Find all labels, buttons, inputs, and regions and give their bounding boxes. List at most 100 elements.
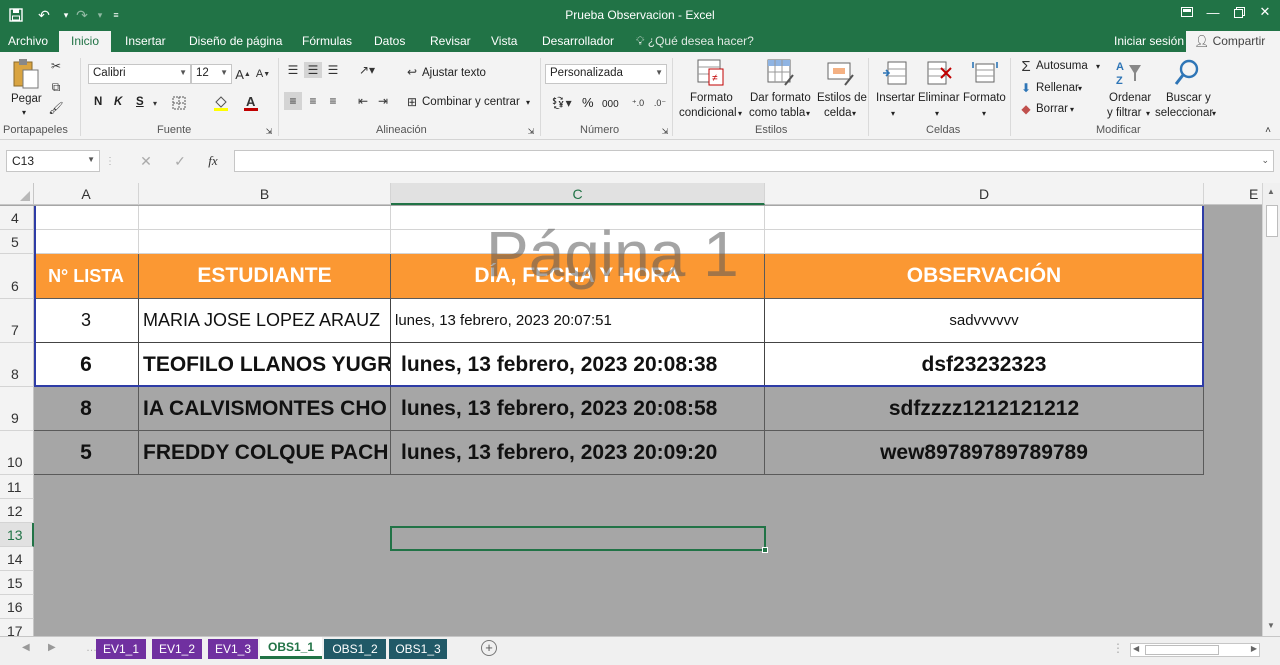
table-header-student[interactable]: ESTUDIANTE xyxy=(139,254,391,299)
vertical-scrollbar[interactable]: ▲ ▼ xyxy=(1262,183,1280,636)
paste-icon[interactable] xyxy=(10,58,42,90)
table-cell-observation[interactable]: sdfzzzz1212121212 xyxy=(765,387,1204,431)
paste-label[interactable]: Pegar xyxy=(11,92,42,107)
add-sheet-icon[interactable]: + xyxy=(481,640,497,656)
chevron-down-icon[interactable]: ▾ xyxy=(738,106,742,121)
chevron-down-icon[interactable]: ▾ xyxy=(1096,59,1100,74)
increase-font-icon[interactable]: A ▲ xyxy=(235,66,251,82)
signin-link[interactable]: Iniciar sesión xyxy=(1114,34,1184,48)
cell-styles-icon[interactable] xyxy=(826,58,856,88)
formula-input[interactable]: ⌄ xyxy=(234,150,1274,172)
row-header-5[interactable]: 5 xyxy=(0,230,34,254)
orientation-icon[interactable]: ↗︎▾ xyxy=(354,62,380,78)
tab-insertar[interactable]: Insertar xyxy=(125,34,166,48)
format-as-table-label-1[interactable]: Dar formato xyxy=(750,91,811,106)
name-box[interactable]: C13 ▼ xyxy=(6,150,100,172)
percent-button[interactable]: % xyxy=(582,95,594,110)
row-header-12[interactable]: 12 xyxy=(0,499,34,523)
underline-dropdown-icon[interactable]: ▾ xyxy=(150,96,160,110)
column-header-d[interactable]: D xyxy=(765,183,1204,205)
table-cell-date[interactable]: lunes, 13 febrero, 2023 20:09:20 xyxy=(391,431,765,475)
table-cell-observation[interactable]: wew89789789789789 xyxy=(765,431,1204,475)
table-cell-date[interactable]: lunes, 13 febrero, 2023 20:08:38 xyxy=(391,343,765,387)
cell-b4[interactable] xyxy=(139,206,391,230)
cell-d5[interactable] xyxy=(765,230,1204,254)
insert-cells-icon[interactable] xyxy=(880,58,910,88)
sheet-tab-ev1-2[interactable]: EV1_2 xyxy=(152,639,202,659)
underline-button[interactable]: S xyxy=(136,95,144,110)
delete-cells-label[interactable]: Eliminar xyxy=(918,91,960,106)
tab-inicio[interactable]: Inicio xyxy=(59,31,112,52)
table-cell-num[interactable]: 6 xyxy=(34,343,139,387)
clear-button[interactable]: Borrar xyxy=(1036,102,1068,117)
paste-dropdown-icon[interactable]: ▾ xyxy=(22,105,26,120)
column-header-b[interactable]: B xyxy=(139,183,391,205)
sort-filter-icon[interactable]: AZ xyxy=(1114,58,1144,88)
column-header-c[interactable]: C xyxy=(391,183,765,205)
cell-b5[interactable] xyxy=(139,230,391,254)
conditional-format-label-1[interactable]: Formato xyxy=(690,91,733,106)
decrease-decimal-icon[interactable]: .0⁻ xyxy=(650,94,670,112)
tell-me-search[interactable]: 💡︎ ¿Qué desea hacer? xyxy=(636,34,754,49)
font-name-combo[interactable]: Calibri ▼ xyxy=(88,64,191,84)
table-cell-student[interactable]: FREDDY COLQUE PACH xyxy=(139,431,391,475)
cell-c5[interactable] xyxy=(391,230,765,254)
dialog-launcher-icon[interactable]: ⇲ xyxy=(526,126,536,136)
row-header-9[interactable]: 9 xyxy=(0,387,34,431)
dialog-launcher-icon[interactable]: ⇲ xyxy=(264,126,274,136)
format-cells-icon[interactable] xyxy=(970,58,1000,88)
row-header-17[interactable]: 17 xyxy=(0,619,34,636)
row-header-11[interactable]: 11 xyxy=(0,475,34,499)
scroll-left-icon[interactable]: ◀ xyxy=(1133,644,1139,653)
decrease-indent-icon[interactable]: ⇤ xyxy=(354,92,372,110)
row-header-16[interactable]: 16 xyxy=(0,595,34,619)
font-color-icon[interactable]: A xyxy=(242,94,260,112)
tab-revisar[interactable]: Revisar xyxy=(430,34,471,48)
find-select-icon[interactable] xyxy=(1172,58,1202,88)
horizontal-scrollbar[interactable]: ◀ ▶ xyxy=(1130,643,1260,657)
tab-formulas[interactable]: Fórmulas xyxy=(302,34,352,48)
row-header-15[interactable]: 15 xyxy=(0,571,34,595)
wrap-text-button[interactable]: Ajustar texto xyxy=(422,66,486,81)
table-cell-num[interactable]: 8 xyxy=(34,387,139,431)
scroll-right-icon[interactable]: ▶ xyxy=(1251,644,1257,653)
increase-decimal-icon[interactable]: ⁺.0 xyxy=(628,94,648,112)
column-header-e[interactable]: E xyxy=(1204,183,1262,205)
chevron-down-icon[interactable]: ▾ xyxy=(1146,106,1150,121)
table-cell-student[interactable]: IA CALVISMONTES CHO xyxy=(139,387,391,431)
scroll-down-icon[interactable]: ▼ xyxy=(1267,621,1275,630)
number-format-combo[interactable]: Personalizada ▼ xyxy=(545,64,667,84)
autosum-button[interactable]: Autosuma xyxy=(1036,59,1088,74)
cell-d4[interactable] xyxy=(765,206,1204,230)
tab-vista[interactable]: Vista xyxy=(491,34,517,48)
table-cell-observation[interactable]: dsf23232323 xyxy=(765,343,1204,387)
row-header-4[interactable]: 4 xyxy=(0,206,34,230)
table-header-num[interactable]: N° LISTA xyxy=(34,254,139,299)
borders-icon[interactable] xyxy=(170,94,188,112)
align-bottom-icon[interactable]: ☰ xyxy=(324,62,342,78)
format-cells-label[interactable]: Formato xyxy=(963,91,1006,106)
font-size-combo[interactable]: 12 ▼ xyxy=(191,64,232,84)
sheet-tab-ev1-3[interactable]: EV1_3 xyxy=(208,639,258,659)
align-right-icon[interactable]: ≡ xyxy=(324,92,342,110)
table-cell-num[interactable]: 5 xyxy=(34,431,139,475)
format-painter-icon[interactable]: 🖌︎ xyxy=(48,100,64,116)
vertical-scroll-thumb[interactable] xyxy=(1266,205,1278,237)
chevron-down-icon[interactable]: ▾ xyxy=(852,106,856,121)
close-icon[interactable]: ✕ xyxy=(1248,0,1280,24)
table-cell-date[interactable]: lunes, 13 febrero, 2023 20:08:58 xyxy=(391,387,765,431)
chevron-down-icon[interactable]: ▾ xyxy=(891,106,895,121)
row-header-13[interactable]: 13 xyxy=(0,523,34,547)
copy-icon[interactable]: ⧉ xyxy=(48,79,64,95)
increase-indent-icon[interactable]: ⇥ xyxy=(374,92,392,110)
currency-icon[interactable]: 💱︎▾ xyxy=(548,94,574,112)
tab-desarrollador[interactable]: Desarrollador xyxy=(542,34,614,48)
sheet-tab-obs1-2[interactable]: OBS1_2 xyxy=(324,639,386,659)
chevron-down-icon[interactable]: ▾ xyxy=(1070,102,1074,117)
select-all-corner[interactable] xyxy=(0,183,34,205)
align-center-icon[interactable]: ≡ xyxy=(304,92,322,110)
decrease-font-icon[interactable]: A ▼ xyxy=(256,66,270,82)
cell-c4[interactable] xyxy=(391,206,765,230)
conditional-format-label-2[interactable]: condicional xyxy=(679,106,737,121)
align-middle-icon[interactable]: ☰ xyxy=(304,62,322,78)
